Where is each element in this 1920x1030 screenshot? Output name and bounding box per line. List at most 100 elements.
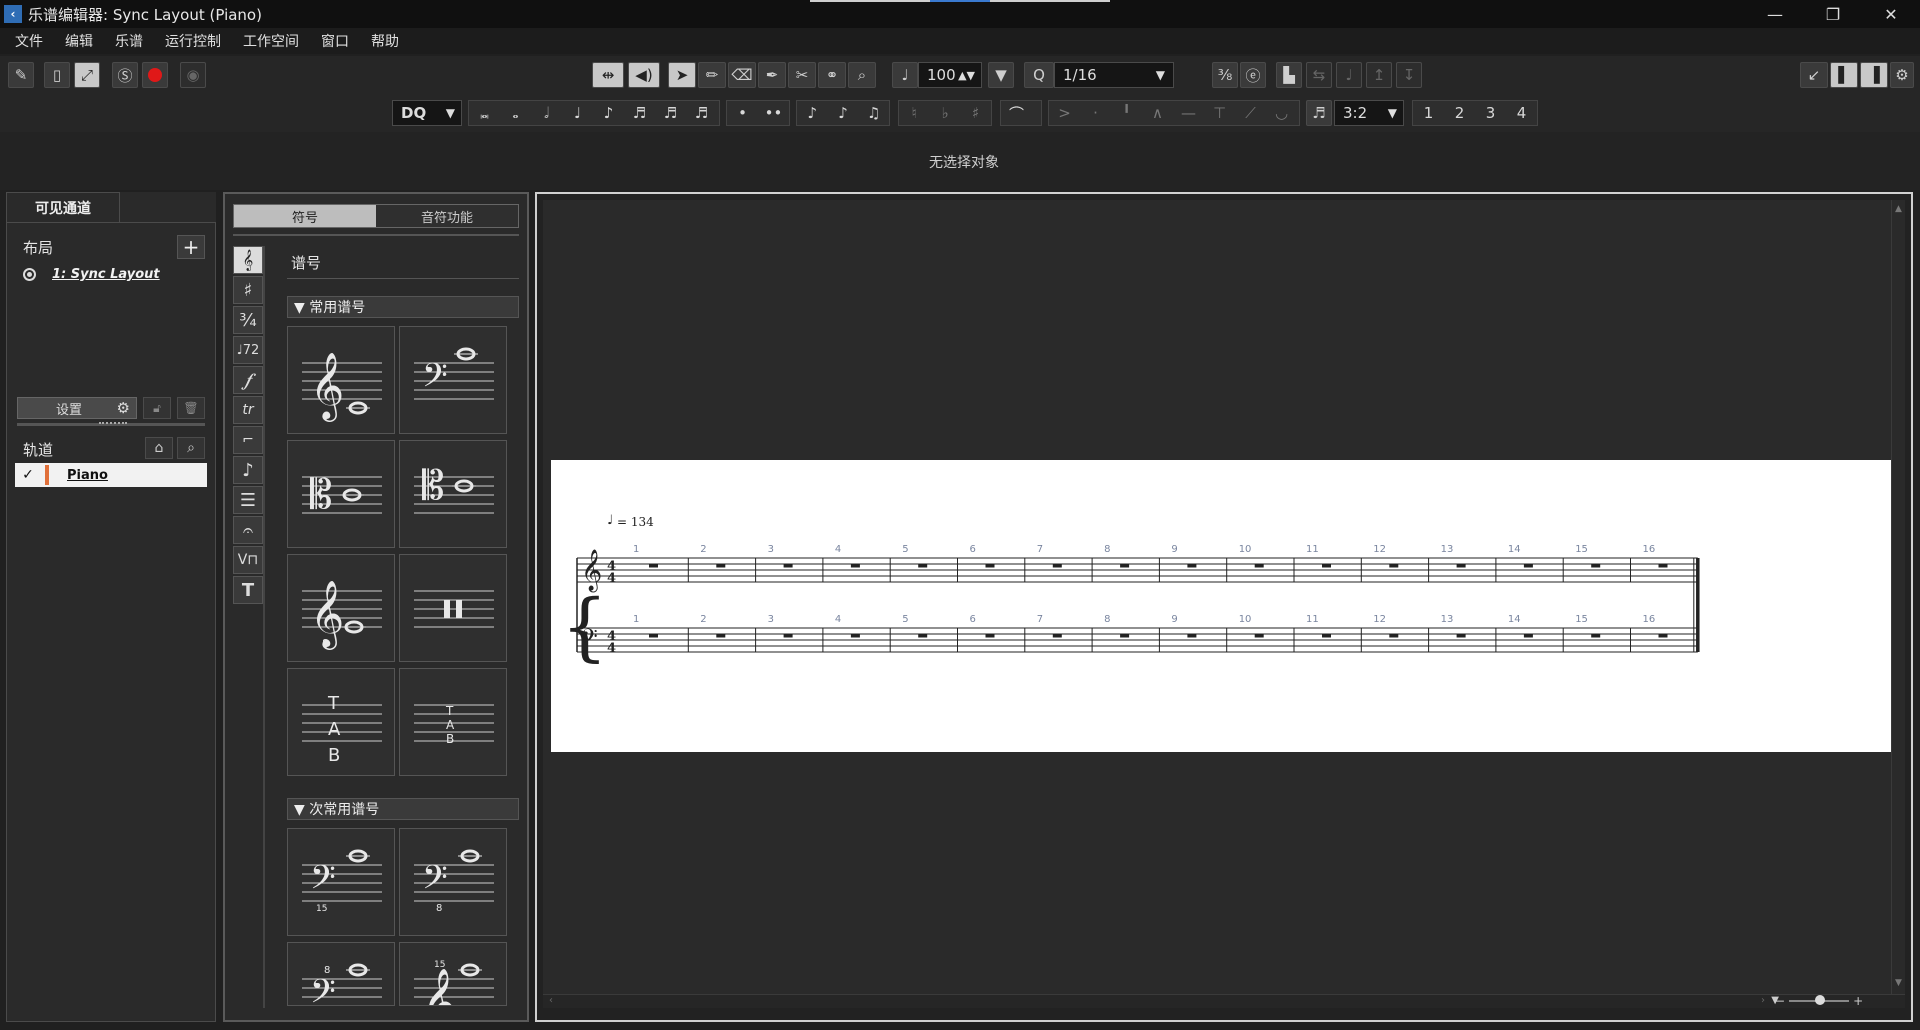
grace-slash-icon[interactable]: ♪ bbox=[797, 104, 828, 122]
repeat-ending-category-icon[interactable]: ⌐ bbox=[233, 426, 263, 454]
dynamics-category-icon[interactable]: 𝆑 bbox=[233, 366, 263, 394]
track-row[interactable]: ✓ Piano bbox=[15, 463, 207, 487]
page-icon[interactable]: ▯ bbox=[44, 62, 70, 88]
menu-edit[interactable]: 编辑 bbox=[54, 31, 104, 51]
sixtyfourth-note-icon[interactable]: ♬ bbox=[686, 104, 717, 122]
bass-8vb-clef-tile[interactable]: 𝄢 8 bbox=[399, 828, 507, 936]
breve-note-icon[interactable]: 𝅜 bbox=[469, 104, 500, 122]
zoom-tool-icon[interactable]: ⌕ bbox=[848, 62, 876, 88]
insert-velocity-icon[interactable]: ♩ bbox=[892, 62, 918, 88]
track-filter-icon[interactable]: ⌂ bbox=[145, 437, 173, 459]
stem-up-icon[interactable]: ↥ bbox=[1366, 62, 1392, 88]
monitor-icon[interactable]: ◉ bbox=[180, 62, 206, 88]
text-category-icon[interactable]: T bbox=[233, 576, 263, 604]
scroll-left-icon[interactable]: ‹ bbox=[549, 995, 553, 1006]
accent-icon[interactable]: > bbox=[1049, 104, 1080, 122]
minimize-button[interactable]: — bbox=[1746, 0, 1804, 28]
treble-8vb-clef-tile[interactable]: 𝄞 8 bbox=[287, 554, 395, 662]
sharp-icon[interactable]: ♯ bbox=[960, 104, 991, 122]
whole-note-icon[interactable]: 𝅝 bbox=[500, 104, 531, 122]
cut-tool-icon[interactable]: ✂ bbox=[788, 62, 816, 88]
flat-icon[interactable]: ♭ bbox=[930, 104, 961, 122]
lock-icon[interactable]: 🔓︎ bbox=[143, 397, 171, 419]
menu-workspace[interactable]: 工作空间 bbox=[232, 31, 310, 51]
voice-4-button[interactable]: 4 bbox=[1506, 104, 1537, 122]
search-icon[interactable]: ⌕ bbox=[177, 437, 205, 459]
zoom-in-icon[interactable]: + bbox=[1853, 994, 1863, 1008]
quantize-dropdown-icon[interactable]: ▼ bbox=[1156, 68, 1165, 82]
expand-icon[interactable]: ↙ bbox=[1800, 62, 1828, 88]
velocity-spinner-icon[interactable]: ▲▼ bbox=[958, 69, 975, 82]
bass-8va-clef-tile[interactable]: 𝄢 8 bbox=[287, 942, 395, 1006]
staccatissimo-icon[interactable]: ╹ bbox=[1111, 104, 1142, 122]
quantize-field[interactable]: 1/16 ▼ bbox=[1054, 62, 1174, 88]
fermata-icon[interactable]: ◡ bbox=[1266, 104, 1297, 122]
restore-button[interactable]: ❐ bbox=[1804, 0, 1862, 28]
tab-small-clef-tile[interactable]: TAB bbox=[399, 668, 507, 776]
layout-category-icon[interactable]: ☰ bbox=[233, 486, 263, 514]
draw-tool-icon[interactable]: ✏ bbox=[698, 62, 726, 88]
zoom-slider[interactable] bbox=[1789, 995, 1850, 1005]
fermata-category-icon[interactable]: 𝄐 bbox=[233, 516, 263, 544]
clef-category-icon[interactable]: 𝄞 bbox=[233, 246, 263, 274]
stem-down-icon[interactable]: ↧ bbox=[1396, 62, 1422, 88]
quarter-note-icon[interactable]: ♩ bbox=[562, 104, 593, 122]
zoom-control[interactable]: − + bbox=[1775, 994, 1885, 1008]
add-layout-button[interactable]: + bbox=[177, 235, 205, 259]
quantize-link-icon[interactable]: ⓔ bbox=[1240, 62, 1266, 88]
scroll-right-icon[interactable]: › bbox=[1761, 995, 1765, 1006]
bass-clef-tile[interactable]: 𝄢 bbox=[399, 326, 507, 434]
tie-note-icon[interactable]: ♫ bbox=[858, 104, 889, 122]
vertical-scrollbar[interactable]: ▲ ▼ bbox=[1891, 200, 1905, 1008]
pin-icon[interactable]: ✎ bbox=[8, 62, 34, 88]
dot-icon[interactable]: • bbox=[727, 104, 758, 122]
glue-tool-icon[interactable]: ⚭ bbox=[818, 62, 846, 88]
tenor-clef-tile[interactable]: 𝄡 bbox=[399, 440, 507, 548]
track-visible-checkbox[interactable]: ✓ bbox=[15, 467, 41, 483]
record-button[interactable] bbox=[142, 62, 168, 88]
tuplet-icon[interactable]: ♬ bbox=[1306, 100, 1332, 126]
menu-score[interactable]: 乐谱 bbox=[104, 31, 154, 51]
tuplet-field[interactable]: 3:2 ▼ bbox=[1334, 100, 1404, 126]
tab-visible-channels[interactable]: 可见通道 bbox=[6, 192, 120, 222]
percussion-clef-tile[interactable] bbox=[399, 554, 507, 662]
common-clefs-header[interactable]: ▼ 常用谱号 bbox=[287, 296, 519, 318]
autoscroll-icon[interactable]: ⇹ bbox=[592, 62, 624, 88]
tuplet-dropdown-icon[interactable]: ▼ bbox=[1388, 106, 1397, 120]
flip-icon[interactable]: ⇆ bbox=[1306, 62, 1332, 88]
close-button[interactable]: ✕ bbox=[1862, 0, 1920, 28]
grace-icon[interactable]: ♪ bbox=[828, 104, 859, 122]
sixteenth-note-icon[interactable]: ♬ bbox=[624, 104, 655, 122]
settings-button[interactable]: 设置 ⚙ bbox=[17, 397, 137, 419]
solo-icon[interactable]: Ⓢ bbox=[112, 62, 138, 88]
velocity-dropdown-icon[interactable]: ▼ bbox=[988, 62, 1014, 88]
scroll-down-icon[interactable]: ▼ bbox=[1895, 978, 1902, 988]
menu-file[interactable]: 文件 bbox=[4, 31, 54, 51]
double-dot-icon[interactable]: •• bbox=[758, 104, 789, 122]
horizontal-scrollbar[interactable]: ‹ › ▼ − + bbox=[543, 994, 1905, 1008]
zoom-out-icon[interactable]: − bbox=[1775, 994, 1785, 1008]
note-length-field[interactable]: DQ ▼ bbox=[392, 100, 462, 126]
pen-tool-icon[interactable]: ✒ bbox=[758, 62, 786, 88]
bowing-category-icon[interactable]: V⊓ bbox=[233, 546, 263, 574]
scroll-up-icon[interactable]: ▲ bbox=[1895, 204, 1902, 214]
voice-2-button[interactable]: 2 bbox=[1444, 104, 1475, 122]
menu-window[interactable]: 窗口 bbox=[310, 31, 360, 51]
menu-transport[interactable]: 运行控制 bbox=[154, 31, 232, 51]
right-zone-icon[interactable]: ▐ bbox=[1860, 62, 1888, 88]
tab-clef-tile[interactable]: TAB bbox=[287, 668, 395, 776]
zoom-slider-knob[interactable] bbox=[1815, 995, 1826, 1005]
half-note-icon[interactable]: 𝅗𝅥 bbox=[531, 104, 562, 122]
ornament-category-icon[interactable]: tr bbox=[233, 396, 263, 424]
score-canvas[interactable]: {𝄞 𝄢 4 4 4 4 ♩ = 134 1 1 2 2 3 3 4 4 5 5 6 6 7 7 8 8 9 9 10 10 11 11 1… bbox=[543, 200, 1905, 1008]
settings-gear-icon[interactable]: ⚙ bbox=[1890, 62, 1914, 88]
stem-icon[interactable]: ♩ bbox=[1336, 62, 1362, 88]
tempo-category-icon[interactable]: ♩72 bbox=[233, 336, 263, 364]
select-tool-icon[interactable]: ➤ bbox=[668, 62, 696, 88]
menu-help[interactable]: 帮助 bbox=[360, 31, 410, 51]
velocity-field[interactable]: 100 ▲▼ bbox=[918, 62, 982, 88]
page-mode-icon[interactable]: ⤢ bbox=[74, 62, 100, 88]
tab-symbols[interactable]: 符号 bbox=[234, 205, 376, 227]
thirtysecond-note-icon[interactable]: ♬ bbox=[655, 104, 686, 122]
voice-1-button[interactable]: 1 bbox=[1413, 104, 1444, 122]
